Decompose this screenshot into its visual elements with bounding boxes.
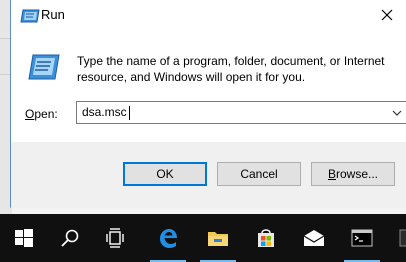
task-view-icon[interactable]: [92, 214, 140, 262]
open-input[interactable]: [77, 102, 377, 123]
edge-icon[interactable]: [144, 214, 192, 262]
overflow-app-icon[interactable]: [386, 214, 406, 262]
browse-button[interactable]: Browse...: [311, 162, 395, 186]
close-icon[interactable]: [376, 4, 398, 26]
cancel-button[interactable]: Cancel: [217, 162, 301, 186]
ok-button[interactable]: OK: [123, 162, 207, 186]
text-caret: [129, 106, 130, 120]
open-label-accelerator: O: [25, 107, 35, 121]
mail-icon[interactable]: [290, 214, 338, 262]
command-prompt-icon[interactable]: [338, 214, 386, 262]
store-icon[interactable]: [242, 214, 290, 262]
taskbar: [0, 214, 406, 262]
title-bar[interactable]: Run: [11, 0, 406, 32]
run-large-icon: [27, 53, 61, 81]
browse-label: rowse...: [336, 167, 379, 181]
open-label: Open:: [25, 107, 58, 121]
open-label-text: pen:: [34, 107, 58, 121]
open-combobox[interactable]: [76, 101, 406, 124]
run-dialog: Run Type the name of a program, folder, …: [10, 0, 406, 208]
background-divider: [0, 74, 10, 75]
file-explorer-icon[interactable]: [194, 214, 242, 262]
search-icon[interactable]: [46, 214, 94, 262]
dialog-description: Type the name of a program, folder, docu…: [77, 54, 385, 84]
background-divider: [0, 38, 10, 39]
browse-accelerator: B: [327, 167, 336, 181]
chevron-down-icon[interactable]: [391, 107, 403, 119]
run-icon: [19, 8, 41, 24]
windows-start-icon[interactable]: [0, 214, 48, 262]
window-title: Run: [41, 7, 65, 22]
